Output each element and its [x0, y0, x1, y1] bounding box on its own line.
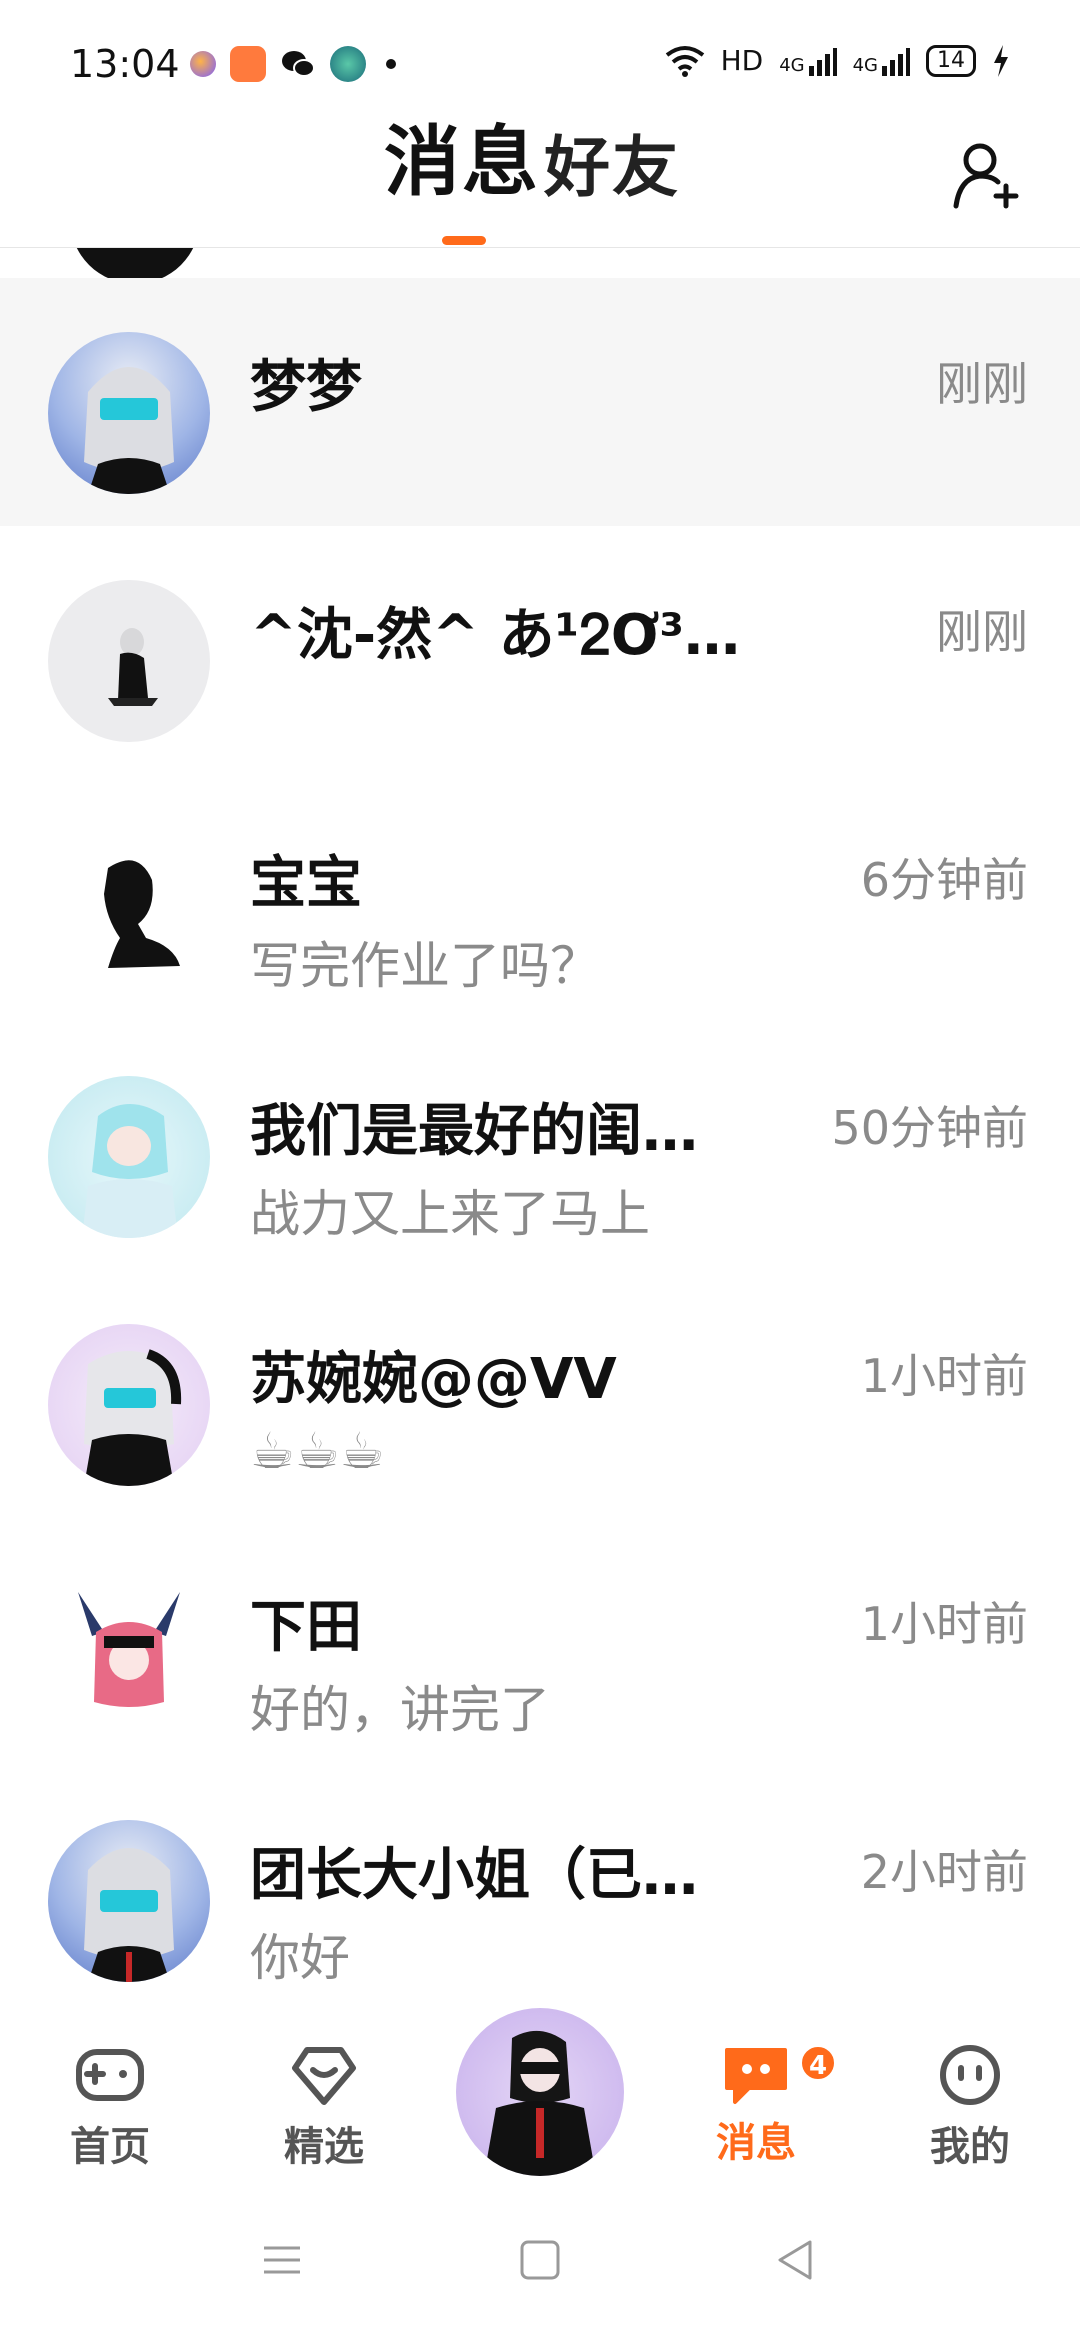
avatar[interactable] [48, 1820, 210, 1982]
center-avatar-button[interactable] [456, 2008, 624, 2176]
signal-4g-2: 4G [853, 46, 910, 76]
notification-icons [190, 46, 396, 82]
contact-name: 苏婉婉@@VV [250, 1347, 617, 1412]
charging-icon [994, 44, 1008, 77]
conversation-row[interactable]: 梦梦 刚刚 [0, 278, 1080, 526]
avatar[interactable] [48, 580, 210, 742]
signal-4g-1: 4G [779, 46, 837, 76]
message-time: 2小时前 [860, 1845, 1028, 1899]
tab-messages[interactable]: 消息 [384, 100, 540, 210]
app-notification-icon [190, 51, 216, 77]
message-bubble-icon [725, 2048, 787, 2104]
avatar[interactable] [48, 332, 210, 494]
wechat-icon [280, 46, 316, 82]
nav-home[interactable]: 首页 [40, 2044, 180, 2172]
message-time: 刚刚 [936, 357, 1028, 411]
diamond-heart-icon [292, 2047, 356, 2105]
message-time: 1小时前 [860, 1597, 1028, 1651]
contact-name: 团长大小姐（已… [250, 1843, 698, 1908]
message-preview: 战力又上来了马上 [250, 1185, 650, 1243]
conversation-row[interactable]: 苏婉婉@@VV 1小时前 ☕☕☕ [0, 1270, 1080, 1518]
avatar[interactable] [48, 1324, 210, 1486]
avatar[interactable] [48, 1572, 210, 1734]
conversation-list[interactable]: 梦梦 刚刚 ^沈-然^ あ¹ᒿƠ³V⁴E⁵ 刚刚 宝宝 6分钟前 写完作业了吗？… [0, 248, 1080, 2030]
nav-label: 消息 [716, 2120, 796, 2166]
battery-indicator: 14 [926, 44, 976, 77]
contact-name: 梦梦 [250, 355, 362, 420]
top-bar: 消息 好友 [0, 117, 1080, 248]
hd-label: HD [720, 44, 764, 77]
status-time: 13:04 [70, 42, 180, 86]
status-right: HD 4G 4G 14 [665, 44, 1010, 77]
unread-badge: 4 [799, 2044, 837, 2082]
tab-indicator [442, 236, 486, 245]
menu-icon[interactable] [252, 2230, 312, 2290]
top-tabs: 消息 好友 [384, 117, 680, 210]
message-time: 1小时前 [860, 1349, 1028, 1403]
nav-mine[interactable]: 我的 [900, 2044, 1040, 2172]
conversation-row[interactable]: 宝宝 6分钟前 写完作业了吗？ [0, 774, 1080, 1022]
message-time: 50分钟前 [831, 1101, 1028, 1155]
wifi-icon [665, 45, 704, 77]
tab-friends[interactable]: 好友 [544, 114, 680, 210]
face-icon [940, 2045, 1000, 2105]
conversation-row[interactable]: ^沈-然^ あ¹ᒿƠ³V⁴E⁵ 刚刚 [0, 526, 1080, 774]
avatar[interactable] [48, 1076, 210, 1238]
nav-label: 我的 [930, 2124, 1010, 2170]
message-preview: 写完作业了吗？ [250, 937, 600, 995]
contact-name: 我们是最好的闺… [250, 1099, 698, 1164]
more-notifications-dot [386, 59, 396, 69]
message-preview: 你好 [250, 1929, 350, 1987]
nav-featured[interactable]: 精选 [254, 2044, 394, 2172]
message-time: 6分钟前 [860, 853, 1028, 907]
message-preview: ☕☕☕ [250, 1422, 385, 1480]
conversation-row[interactable]: 我们是最好的闺… 50分钟前 战力又上来了马上 [0, 1022, 1080, 1270]
back-triangle-icon[interactable] [766, 2230, 826, 2290]
nav-messages[interactable]: 4 消息 [686, 2044, 837, 2168]
message-preview: 好的，讲完了 [250, 1681, 550, 1739]
status-bar: 13:04 HD 4G 4G 14 [0, 0, 1080, 120]
nav-label: 首页 [70, 2124, 150, 2170]
home-square-icon[interactable] [510, 2230, 570, 2290]
book-app-icon [230, 46, 266, 82]
contact-name: ^沈-然^ あ¹ᒿƠ³V⁴E⁵ [250, 603, 770, 668]
browser-icon [330, 46, 366, 82]
nav-label: 精选 [284, 2124, 364, 2170]
conversation-row[interactable]: 团长大小姐（已… 2小时前 你好 [0, 1766, 1080, 2014]
message-time: 刚刚 [936, 605, 1028, 659]
avatar[interactable] [48, 828, 210, 990]
system-nav-bar [0, 2190, 1080, 2340]
contact-name: 宝宝 [250, 851, 362, 916]
conversation-row[interactable]: 下田 1小时前 好的，讲完了 [0, 1518, 1080, 1766]
add-user-icon[interactable] [952, 140, 1022, 210]
gamepad-icon [76, 2049, 144, 2101]
contact-name: 下田 [250, 1595, 362, 1660]
